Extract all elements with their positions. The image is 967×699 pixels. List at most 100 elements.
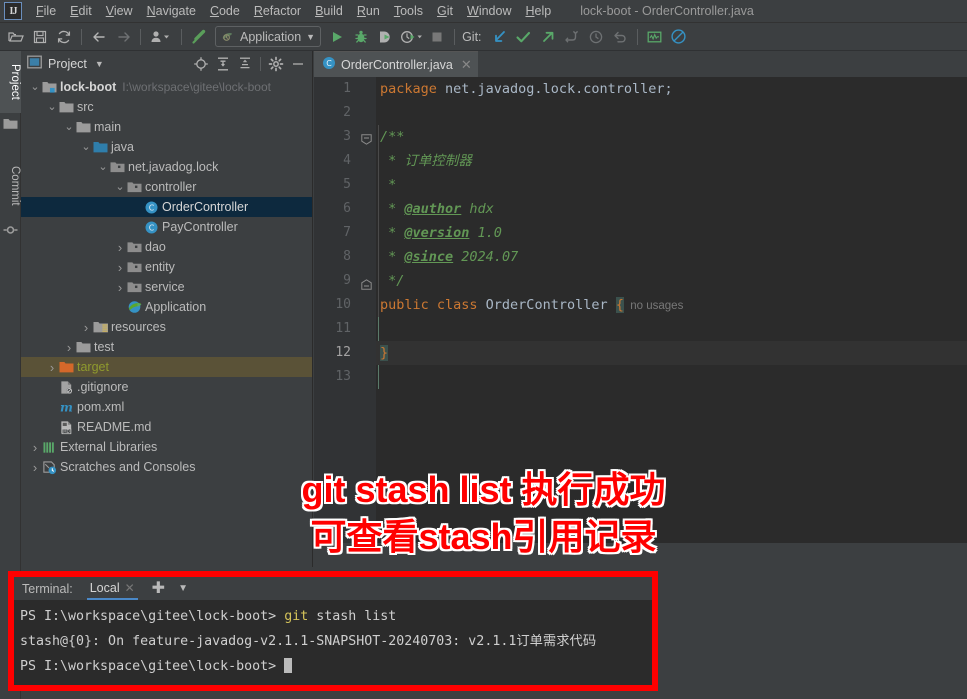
close-icon[interactable]: ✕	[461, 57, 472, 73]
chevron-down-icon[interactable]: ⌄	[97, 164, 109, 170]
hammer-build-icon[interactable]	[187, 25, 211, 49]
tree-item-service[interactable]: ›service	[21, 277, 312, 297]
menu-item-window[interactable]: Window	[460, 2, 518, 20]
tree-item-dao[interactable]: ›dao	[21, 237, 312, 257]
sidebar-item-project[interactable]: Project	[0, 51, 21, 113]
editor-tab-ordercontroller[interactable]: C OrderController.java ✕	[314, 51, 478, 77]
chevron-right-icon[interactable]: ›	[29, 460, 41, 475]
tree-item-net-javadog-lock[interactable]: ⌄net.javadog.lock	[21, 157, 312, 177]
menu-item-view[interactable]: View	[99, 2, 140, 20]
debug-bug-icon[interactable]	[349, 25, 373, 49]
chevron-down-icon[interactable]: ▼	[178, 583, 188, 594]
chevron-right-icon[interactable]: ›	[46, 360, 58, 375]
save-icon[interactable]	[28, 25, 52, 49]
chevron-down-icon[interactable]: ⌄	[80, 144, 92, 150]
tree-item-label: PayController	[162, 220, 238, 234]
chevron-down-icon[interactable]: ⌄	[63, 124, 75, 130]
select-opened-file-icon[interactable]	[191, 54, 211, 74]
git-commit-icon[interactable]	[512, 25, 536, 49]
chevron-down-icon[interactable]: ⌄	[29, 84, 41, 90]
run-configuration-selector[interactable]: Application ▼	[215, 26, 321, 47]
menu-item-edit[interactable]: Edit	[63, 2, 99, 20]
tree-item-main[interactable]: ⌄main	[21, 117, 312, 137]
git-rebase-icon	[560, 25, 584, 49]
plus-icon[interactable]: ✚	[152, 581, 165, 597]
hide-panel-icon[interactable]	[288, 54, 308, 74]
open-folder-icon[interactable]	[4, 25, 28, 49]
chevron-right-icon[interactable]: ›	[80, 320, 92, 335]
collapse-all-icon[interactable]	[235, 54, 255, 74]
external-libraries-icon	[41, 440, 58, 455]
fold-collapse-icon[interactable]	[361, 132, 372, 143]
tree-item-paycontroller[interactable]: CPayController	[21, 217, 312, 237]
tree-item-ordercontroller[interactable]: COrderController	[21, 197, 312, 217]
terminal-tab-local[interactable]: Local ✕	[87, 577, 138, 600]
tree-item-target[interactable]: ›target	[21, 357, 312, 377]
sidebar-item-commit[interactable]: Commit	[0, 153, 21, 219]
profiler-icon[interactable]	[397, 25, 425, 49]
tree-item-scratches-and-consoles[interactable]: ›Scratches and Consoles	[21, 457, 312, 477]
chevron-down-icon[interactable]: ⌄	[46, 104, 58, 110]
menu-item-tools[interactable]: Tools	[387, 2, 430, 20]
tree-item-test[interactable]: ›test	[21, 337, 312, 357]
code-token: @since	[404, 249, 453, 265]
tree-item-resources[interactable]: ›resources	[21, 317, 312, 337]
line-number: 13	[314, 365, 358, 389]
code-token: OrderController	[486, 297, 616, 313]
tree-item--gitignore[interactable]: .gitignore	[21, 377, 312, 397]
menu-item-file[interactable]: File	[29, 2, 63, 20]
line-number: 6	[314, 197, 358, 221]
tree-item-label: pom.xml	[77, 400, 124, 414]
tree-item-pom-xml[interactable]: mpom.xml	[21, 397, 312, 417]
tree-item-java[interactable]: ⌄java	[21, 137, 312, 157]
code-line	[376, 317, 967, 341]
editor-area: C OrderController.java ✕ 123456789101112…	[314, 51, 967, 567]
tree-item-src[interactable]: ⌄src	[21, 97, 312, 117]
terminal-output[interactable]: PS I:\workspace\gitee\lock-boot> git sta…	[14, 600, 652, 685]
maven-icon: m	[58, 400, 75, 415]
back-arrow-icon[interactable]	[87, 25, 111, 49]
window-title: lock-boot - OrderController.java	[580, 4, 754, 18]
user-profile-icon[interactable]	[146, 25, 176, 49]
menu-item-code[interactable]: Code	[203, 2, 247, 20]
git-update-project-icon[interactable]	[488, 25, 512, 49]
tree-item-application[interactable]: Application	[21, 297, 312, 317]
forward-arrow-icon[interactable]	[111, 25, 135, 49]
gear-settings-icon[interactable]	[266, 54, 286, 74]
activity-monitor-icon[interactable]	[643, 25, 667, 49]
tree-item-readme-md[interactable]: MDREADME.md	[21, 417, 312, 437]
menu-item-build[interactable]: Build	[308, 2, 350, 20]
chevron-right-icon[interactable]: ›	[114, 280, 126, 295]
chevron-right-icon[interactable]: ›	[29, 440, 41, 455]
close-icon[interactable]: ✕	[125, 581, 135, 595]
code-line: * @author hdx	[376, 197, 967, 221]
code-editor[interactable]: 12345678910111213 package net.javadog.lo…	[314, 77, 967, 567]
code-line: * @since 2024.07	[376, 245, 967, 269]
tree-item-external-libraries[interactable]: ›External Libraries	[21, 437, 312, 457]
chevron-down-icon[interactable]: ▼	[95, 59, 104, 69]
run-with-coverage-icon[interactable]	[373, 25, 397, 49]
menu-item-run[interactable]: Run	[350, 2, 387, 20]
sync-icon[interactable]	[52, 25, 76, 49]
folder-icon	[75, 340, 92, 354]
tree-item-entity[interactable]: ›entity	[21, 257, 312, 277]
menu-item-refactor[interactable]: Refactor	[247, 2, 308, 20]
disabled-circle-icon[interactable]	[667, 25, 691, 49]
chevron-down-icon[interactable]: ⌄	[114, 184, 126, 190]
line-number: 10	[314, 293, 358, 317]
chevron-right-icon[interactable]: ›	[114, 260, 126, 275]
menu-item-navigate[interactable]: Navigate	[140, 2, 203, 20]
line-number: 4	[314, 149, 358, 173]
tree-item-controller[interactable]: ⌄controller	[21, 177, 312, 197]
git-push-icon[interactable]	[536, 25, 560, 49]
expand-all-icon[interactable]	[213, 54, 233, 74]
menu-item-git[interactable]: Git	[430, 2, 460, 20]
code-line	[376, 101, 967, 125]
chevron-right-icon[interactable]: ›	[114, 240, 126, 255]
sidebar-tab-label-project: Project	[9, 64, 21, 100]
chevron-right-icon[interactable]: ›	[63, 340, 75, 355]
menu-item-help[interactable]: Help	[518, 2, 558, 20]
tree-item-lock-boot[interactable]: ⌄lock-bootI:\workspace\gitee\lock-boot	[21, 77, 312, 97]
run-play-icon[interactable]	[325, 25, 349, 49]
fold-end-icon[interactable]	[361, 277, 372, 288]
